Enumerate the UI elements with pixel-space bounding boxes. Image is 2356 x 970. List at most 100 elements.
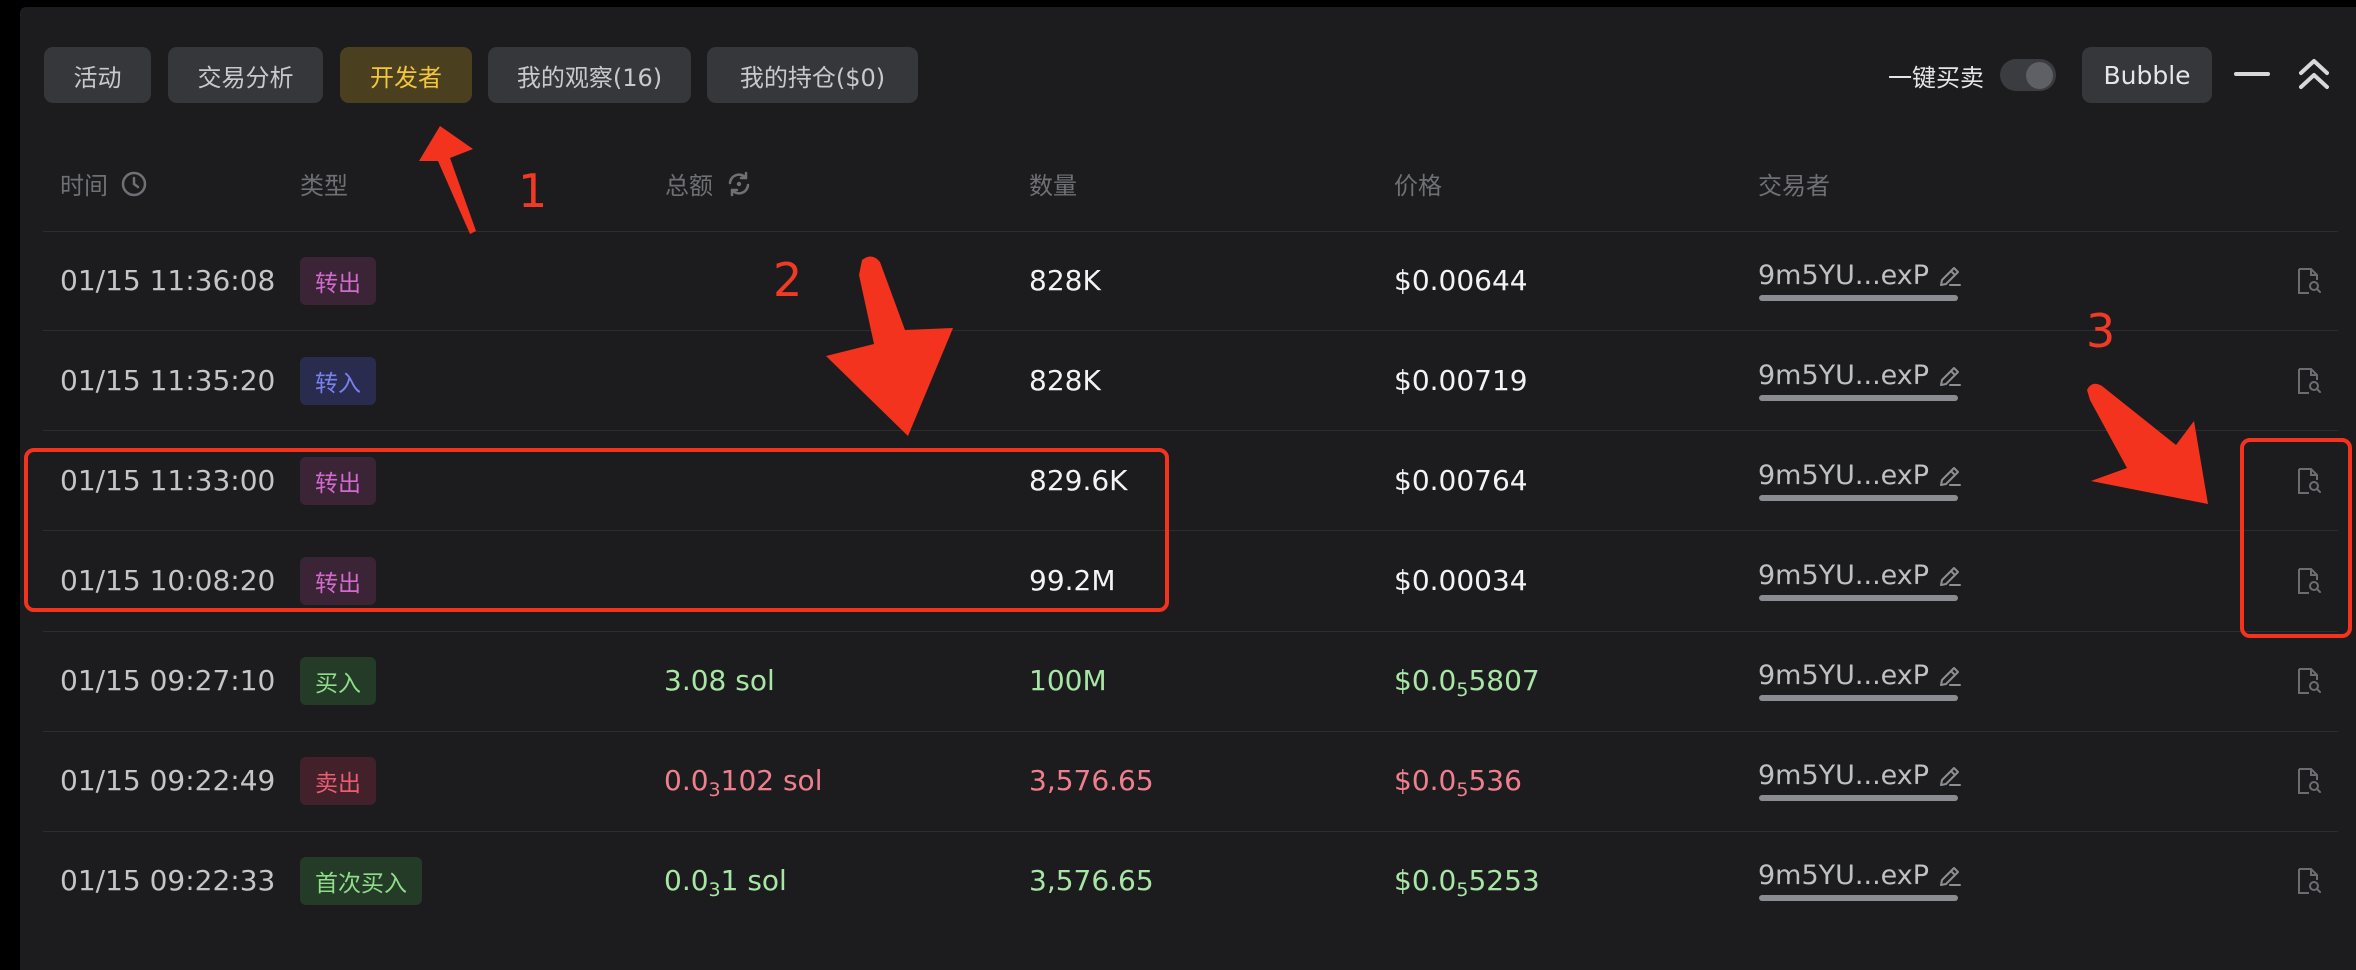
trader-underline: [1759, 795, 1958, 801]
column-header-quantity: 数量: [1029, 172, 1077, 200]
row-price: $0.00719: [1394, 364, 1528, 398]
annotation-box-transfer-rows: [24, 448, 1169, 612]
tab-developer[interactable]: 开发者: [340, 47, 472, 103]
column-header-type: 类型: [300, 172, 348, 200]
edit-pencil-icon[interactable]: [1937, 863, 1963, 889]
row-amount-zero-count: 3: [708, 779, 721, 801]
type-badge: 转入: [300, 357, 376, 405]
row-price: $0.055253: [1394, 864, 1540, 901]
file-search-icon[interactable]: [2295, 766, 2323, 796]
row-amount-zero-count: 3: [708, 879, 721, 901]
tab-trade-analysis[interactable]: 交易分析: [168, 47, 323, 103]
row-price: $0.05536: [1394, 764, 1522, 801]
row-divider: [43, 330, 2338, 331]
annotation-number-3: 3: [2086, 304, 2116, 358]
row-amount-main: 0.0: [664, 864, 709, 897]
row-price-zero-count: 5: [1456, 779, 1469, 801]
row-price-main: $0.00644: [1394, 264, 1528, 297]
row-divider: [43, 831, 2338, 832]
trader-address[interactable]: 9m5YU...exP: [1758, 760, 1929, 791]
toggle-knob: [2026, 62, 2053, 89]
row-price: $0.00764: [1394, 464, 1528, 498]
row-price: $0.00644: [1394, 264, 1528, 298]
row-price-tail: 536: [1468, 764, 1522, 797]
edit-pencil-icon[interactable]: [1937, 663, 1963, 689]
row-price-zero-count: 5: [1456, 679, 1469, 701]
row-quantity: 828K: [1029, 364, 1101, 397]
row-price-main: $0.00719: [1394, 364, 1528, 397]
row-price-main: $0.0: [1394, 864, 1457, 897]
one-click-trade-toggle[interactable]: [2000, 59, 2056, 91]
edit-pencil-icon[interactable]: [1937, 363, 1963, 389]
type-badge: 转出: [300, 257, 376, 305]
row-time: 01/15 11:35:20: [60, 364, 276, 397]
row-divider: [43, 631, 2338, 632]
file-search-icon[interactable]: [2295, 866, 2323, 896]
row-amount-main: 3.08 sol: [664, 664, 775, 697]
row-trader[interactable]: 9m5YU...exP: [1758, 560, 1963, 591]
edit-pencil-icon[interactable]: [1937, 563, 1963, 589]
type-badge: 买入: [300, 657, 376, 705]
tab-activity[interactable]: 活动: [44, 47, 151, 103]
row-trader[interactable]: 9m5YU...exP: [1758, 860, 1963, 891]
clock-icon[interactable]: [120, 170, 148, 198]
file-search-icon[interactable]: [2295, 266, 2323, 296]
row-price-main: $0.0: [1394, 764, 1457, 797]
file-search-icon[interactable]: [2295, 666, 2323, 696]
refresh-icon[interactable]: [725, 170, 753, 198]
column-header-trader: 交易者: [1758, 172, 1830, 200]
row-amount-tail: 102 sol: [720, 764, 823, 797]
edit-pencil-icon[interactable]: [1937, 463, 1963, 489]
edit-pencil-icon[interactable]: [1937, 263, 1963, 289]
row-amount: 0.031 sol: [664, 864, 787, 901]
column-header-total-label: 总额: [665, 172, 713, 200]
column-header-time-label: 时间: [60, 172, 108, 200]
row-trader[interactable]: 9m5YU...exP: [1758, 260, 1963, 291]
annotation-number-1: 1: [518, 164, 548, 218]
bubble-button[interactable]: Bubble: [2082, 47, 2212, 103]
annotation-box-detail-icons: [2240, 438, 2352, 638]
row-trader[interactable]: 9m5YU...exP: [1758, 460, 1963, 491]
one-click-trade-label: 一键买卖: [1888, 64, 1984, 92]
annotation-number-2: 2: [773, 253, 803, 307]
trader-underline: [1759, 395, 1958, 401]
chevrons-up-icon[interactable]: [2296, 56, 2332, 92]
row-amount: 3.08 sol: [664, 664, 775, 698]
row-quantity: 828K: [1029, 264, 1101, 297]
row-price: $0.055807: [1394, 664, 1540, 701]
trader-underline: [1759, 495, 1958, 501]
trader-address[interactable]: 9m5YU...exP: [1758, 360, 1929, 391]
tab-my-watchlist[interactable]: 我的观察(16): [488, 47, 691, 103]
column-header-time: 时间: [60, 166, 148, 201]
edit-pencil-icon[interactable]: [1937, 763, 1963, 789]
row-price-tail: 5807: [1468, 664, 1540, 697]
row-amount-tail: 1 sol: [720, 864, 787, 897]
row-trader[interactable]: 9m5YU...exP: [1758, 360, 1963, 391]
trader-underline: [1759, 595, 1958, 601]
trader-underline: [1759, 695, 1958, 701]
app-root: 活动 交易分析 开发者 我的观察(16) 我的持仓($0) 一键买卖 Bubbl…: [0, 0, 2356, 970]
trader-underline: [1759, 295, 1958, 301]
trader-address[interactable]: 9m5YU...exP: [1758, 560, 1929, 591]
row-price-tail: 5253: [1468, 864, 1540, 897]
type-badge: 首次买入: [300, 857, 422, 905]
trader-address[interactable]: 9m5YU...exP: [1758, 460, 1929, 491]
row-amount: 0.03102 sol: [664, 764, 822, 801]
tab-my-holdings[interactable]: 我的持仓($0): [707, 47, 918, 103]
row-price-main: $0.0: [1394, 664, 1457, 697]
minus-icon[interactable]: [2234, 62, 2270, 86]
row-amount-main: 0.0: [664, 764, 709, 797]
row-price-main: $0.00764: [1394, 464, 1528, 497]
trader-address[interactable]: 9m5YU...exP: [1758, 860, 1929, 891]
trader-address[interactable]: 9m5YU...exP: [1758, 260, 1929, 291]
trader-address[interactable]: 9m5YU...exP: [1758, 660, 1929, 691]
trader-underline: [1759, 895, 1958, 901]
row-price-zero-count: 5: [1456, 879, 1469, 901]
row-time: 01/15 09:27:10: [60, 664, 276, 697]
row-trader[interactable]: 9m5YU...exP: [1758, 760, 1963, 791]
file-search-icon[interactable]: [2295, 366, 2323, 396]
row-time: 01/15 11:36:08: [60, 264, 276, 297]
column-header-total: 总额: [665, 166, 753, 201]
row-divider: [43, 430, 2338, 431]
row-trader[interactable]: 9m5YU...exP: [1758, 660, 1963, 691]
